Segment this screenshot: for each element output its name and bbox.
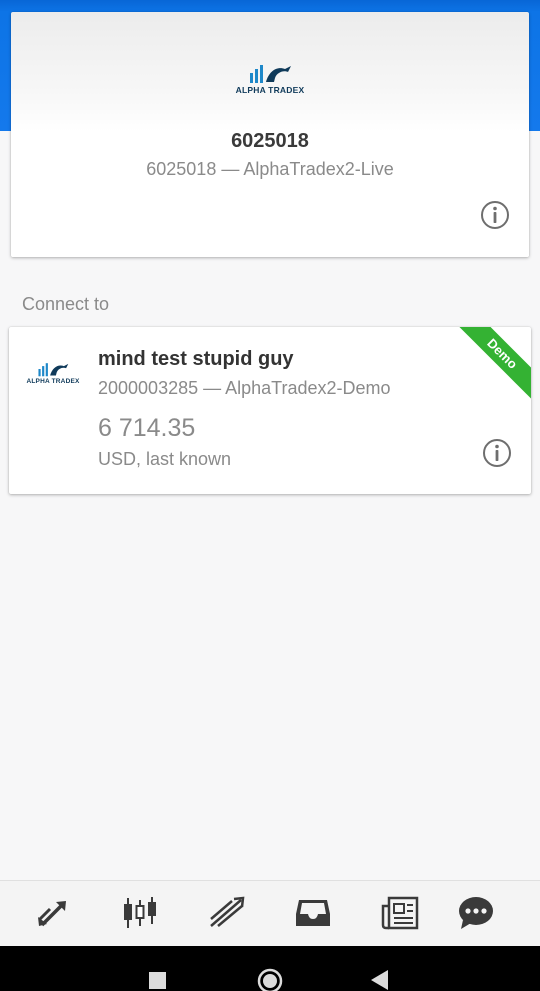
- home-icon[interactable]: [257, 968, 283, 991]
- demo-account-currency: USD, last known: [98, 449, 232, 469]
- broker-logo: ALPHA TRADEX: [235, 62, 305, 95]
- demo-account-balance: 6 714.35: [98, 414, 196, 442]
- demo-account-server: 2000003285 — AlphaTradex2-Demo: [98, 378, 391, 398]
- account-server: 6025018 — AlphaTradex2-Live: [146, 159, 394, 179]
- demo-badge: Demo: [451, 327, 531, 405]
- info-icon[interactable]: [482, 438, 512, 468]
- bottom-navigation: [0, 880, 540, 946]
- chart-icon: [124, 897, 156, 928]
- trade-icon: [210, 896, 245, 927]
- account-number: 6025018: [231, 130, 309, 152]
- broker-logo-text: ALPHA TRADEX: [235, 85, 305, 95]
- back-icon[interactable]: [371, 970, 389, 990]
- recents-icon[interactable]: [149, 972, 166, 989]
- nav-news[interactable]: [378, 893, 422, 933]
- info-icon[interactable]: [480, 200, 510, 230]
- quotes-icon: [38, 901, 66, 927]
- demo-account-name: mind test stupid guy: [98, 348, 294, 370]
- system-navigation-bar: [0, 946, 540, 991]
- nav-chat[interactable]: [454, 893, 498, 933]
- chat-icon: [459, 897, 493, 929]
- nav-quotes[interactable]: [32, 893, 76, 933]
- demo-account-card[interactable]: ALPHA TRADEX mind test stupid guy 200000…: [9, 327, 531, 494]
- mailbox-icon: [296, 900, 330, 926]
- connect-to-label: Connect to: [22, 294, 110, 314]
- nav-mailbox[interactable]: [291, 893, 335, 933]
- broker-logo-text: ALPHA TRADEX: [26, 378, 80, 385]
- nav-trade[interactable]: [205, 893, 249, 933]
- broker-logo-icon: [250, 65, 291, 83]
- broker-logo: ALPHA TRADEX: [26, 361, 80, 385]
- news-icon: [381, 896, 419, 930]
- current-account-card[interactable]: ALPHA TRADEX 6025018 6025018 — AlphaTrad…: [11, 12, 529, 257]
- nav-chart[interactable]: [118, 893, 162, 933]
- broker-logo-icon: [38, 363, 69, 377]
